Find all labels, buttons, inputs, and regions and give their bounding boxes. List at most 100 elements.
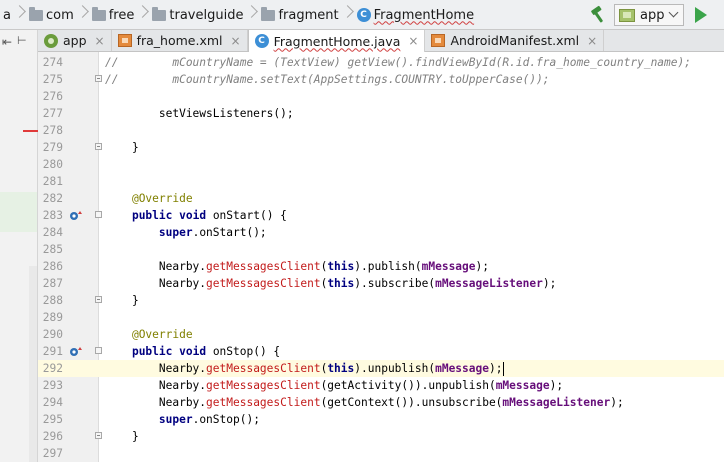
line-number: 283 — [42, 209, 63, 222]
fold-start-icon[interactable] — [95, 347, 102, 354]
tab-fra-home-xml[interactable]: fra_home.xml × — [112, 30, 248, 51]
code-text: Nearby.getMessagesClient(getActivity()).… — [105, 379, 564, 392]
code-line[interactable]: 276 — [38, 88, 724, 105]
pin-icon[interactable]: ⊢ — [17, 34, 27, 47]
tab-label: app — [63, 33, 87, 48]
close-icon[interactable]: × — [95, 34, 105, 48]
breadcrumb-item-free[interactable]: free — [89, 0, 150, 30]
breadcrumb-separator-icon — [77, 0, 89, 30]
code-line[interactable]: 283 public void onStart() { — [38, 207, 724, 224]
breadcrumb-item-fragment[interactable]: fragment — [258, 0, 353, 30]
code-line[interactable]: 280 — [38, 156, 724, 173]
line-number: 279 — [42, 141, 63, 154]
code-line[interactable]: 286 Nearby.getMessagesClient(this).publi… — [38, 258, 724, 275]
line-number: 289 — [42, 311, 63, 324]
line-number: 284 — [42, 226, 63, 239]
line-number: 275 — [42, 73, 63, 86]
code-line[interactable]: 291 public void onStop() { — [38, 343, 724, 360]
code-line[interactable]: 284 super.onStart(); — [38, 224, 724, 241]
fold-end-icon[interactable] — [95, 143, 102, 150]
play-icon[interactable] — [695, 7, 707, 23]
breadcrumb-separator-icon — [137, 0, 149, 30]
breadcrumb-separator-icon — [342, 0, 354, 30]
class-icon: C — [356, 8, 371, 22]
code-line[interactable]: 295 super.onStop(); — [38, 411, 724, 428]
code-line[interactable]: 279 } — [38, 139, 724, 156]
line-number: 281 — [42, 175, 63, 188]
folder-icon — [152, 6, 167, 21]
fold-end-icon[interactable] — [95, 296, 102, 303]
fold-end-icon[interactable] — [95, 75, 102, 82]
close-icon[interactable]: × — [231, 34, 241, 48]
code-line[interactable]: 281 — [38, 173, 724, 190]
breadcrumb: a com free travelguide fragment C FragmentHome — [0, 0, 477, 30]
hammer-icon[interactable] — [589, 5, 609, 25]
code-line[interactable]: 285 — [38, 241, 724, 258]
code-text: } — [105, 294, 139, 307]
chevron-down-icon — [668, 7, 679, 18]
code-line[interactable]: 294 Nearby.getMessagesClient(getContext(… — [38, 394, 724, 411]
code-line[interactable]: 275 // mCountryName.setText(AppSettings.C… — [38, 71, 724, 88]
fold-start-icon[interactable] — [95, 211, 102, 218]
code-line[interactable]: 278 — [38, 122, 724, 139]
code-text: public void onStart() { — [131, 209, 287, 222]
collapse-icon[interactable]: ⇤ — [2, 35, 12, 49]
code-line[interactable]: 274 // mCountryName = (TextView) getView(… — [38, 54, 724, 71]
android-module-icon — [619, 8, 635, 22]
breadcrumb-label: a — [3, 7, 11, 23]
breadcrumb-label: free — [108, 7, 135, 23]
folder-icon — [91, 6, 106, 21]
run-configuration-select[interactable]: app — [614, 4, 684, 26]
code-line[interactable]: 296 } — [38, 428, 724, 445]
line-number: 286 — [42, 260, 63, 273]
code-line[interactable]: 292 Nearby.getMessagesClient(this).unpub… — [38, 360, 724, 377]
navigation-bar: a com free travelguide fragment C FragmentHome… — [0, 0, 724, 30]
code-line[interactable]: 290 @Override — [38, 326, 724, 343]
folder-icon — [261, 6, 276, 21]
code-text: // mCountryName = (TextView) getView().f… — [105, 56, 691, 69]
code-text: } — [105, 141, 139, 154]
tab-label: FragmentHome.java — [273, 33, 401, 49]
close-icon[interactable]: × — [408, 34, 418, 48]
breadcrumb-item-com[interactable]: com — [26, 0, 89, 30]
code-line[interactable]: 289 — [38, 309, 724, 326]
code-line[interactable]: 287 Nearby.getMessagesClient(this).subsc… — [38, 275, 724, 292]
run-configuration-label: app — [640, 7, 665, 23]
line-number: 295 — [42, 413, 63, 426]
code-line[interactable]: 297 — [38, 445, 724, 462]
close-icon[interactable]: × — [587, 34, 597, 48]
fold-end-icon[interactable] — [95, 432, 102, 439]
code-editor[interactable]: 274 // mCountryName = (TextView) getView(… — [38, 52, 724, 462]
override-method-icon[interactable] — [69, 209, 82, 222]
breadcrumb-label: com — [45, 7, 74, 23]
override-method-icon[interactable] — [69, 345, 82, 358]
xml-layout-icon — [117, 34, 132, 47]
code-text: Nearby.getMessagesClient(this).publish(m… — [105, 260, 489, 273]
code-line[interactable]: 288 } — [38, 292, 724, 309]
code-text: public void onStop() { — [131, 345, 281, 358]
breadcrumb-item-fragmenthome[interactable]: C FragmentHome — [354, 0, 477, 30]
code-line[interactable]: 282 @Override — [38, 190, 724, 207]
tab-label: fra_home.xml — [136, 33, 223, 48]
breadcrumb-item-travelguide[interactable]: travelguide — [149, 0, 258, 30]
code-line[interactable]: 277 setViewsListeners(); — [38, 105, 724, 122]
android-icon — [44, 33, 58, 48]
line-number: 278 — [42, 124, 63, 137]
code-text: Nearby.getMessagesClient(this).subscribe… — [105, 277, 557, 290]
code-text: } — [105, 430, 139, 443]
line-number: 276 — [42, 90, 63, 103]
line-number: 290 — [42, 328, 63, 341]
line-number: 293 — [42, 379, 63, 392]
code-text: // mCountryName.setText(AppSettings.COUN… — [105, 73, 550, 86]
tab-app[interactable]: app × — [38, 30, 112, 51]
line-number: 282 — [42, 192, 63, 205]
scroll-track[interactable] — [29, 266, 37, 462]
breadcrumb-label: fragment — [278, 7, 339, 23]
code-line[interactable]: 293 Nearby.getMessagesClient(getActivity… — [38, 377, 724, 394]
breadcrumb-label: FragmentHome — [373, 7, 475, 23]
tab-fragmenthome-java[interactable]: C FragmentHome.java × — [247, 30, 426, 52]
line-number: 296 — [42, 430, 63, 443]
tab-androidmanifest-xml[interactable]: AndroidManifest.xml × — [425, 30, 605, 51]
code-text: @Override — [131, 192, 193, 205]
breadcrumb-item-a[interactable]: a — [0, 0, 26, 30]
